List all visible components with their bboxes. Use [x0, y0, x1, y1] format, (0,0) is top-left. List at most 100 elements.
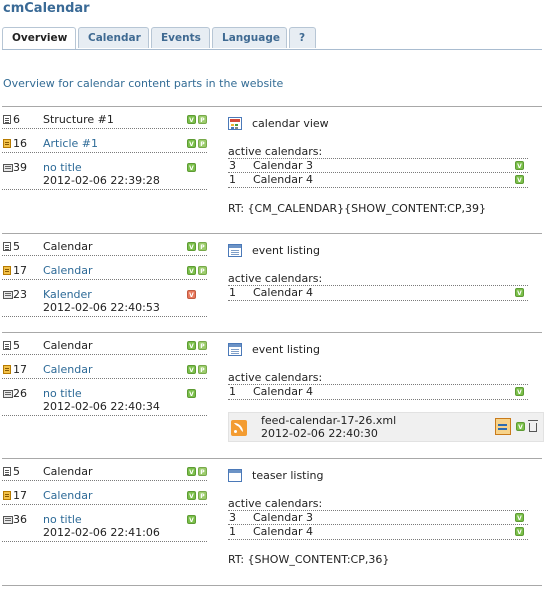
visible-badge: V: [515, 175, 524, 184]
intro-text: Overview for calendar content parts in t…: [3, 77, 284, 90]
published-badge: P: [198, 115, 207, 124]
page-icon: [3, 242, 11, 251]
published-badge: P: [198, 491, 207, 500]
page-row: 5 Calendar V P: [2, 240, 207, 256]
calendar-name: Calendar 4: [253, 385, 313, 398]
article-id: 17: [13, 264, 27, 277]
tab-events[interactable]: Events: [151, 27, 210, 48]
feed-filename: feed-calendar-17-26.xml: [261, 414, 397, 427]
article-icon: [3, 266, 11, 275]
plugin-title: event listing: [252, 244, 320, 257]
visible-badge: V: [187, 491, 196, 500]
calendar-name: Calendar 4: [253, 525, 313, 538]
rt-code: RT: {CM_CALENDAR}{SHOW_CONTENT:CP,39}: [228, 202, 486, 215]
hidden-badge: V: [187, 290, 196, 299]
article-link[interactable]: Calendar: [43, 264, 92, 277]
visible-badge: V: [187, 365, 196, 374]
active-calendars-label: active calendars:: [228, 371, 323, 384]
page-row: 6 Structure #1 V P: [2, 113, 207, 129]
content-element-id: 39: [13, 161, 27, 174]
page-row: 5 Calendar V P: [2, 465, 207, 481]
content-element-id: 26: [13, 387, 27, 400]
calendar-view-icon: [228, 117, 242, 130]
edit-feed-icon[interactable]: [495, 418, 511, 435]
published-badge: P: [198, 467, 207, 476]
article-row: 17 Calendar V P: [2, 489, 207, 505]
content-element-id: 23: [13, 288, 27, 301]
plugin-title: event listing: [252, 343, 320, 356]
calendar-count: 3: [229, 511, 236, 524]
trash-icon[interactable]: [528, 420, 538, 432]
calendar-count: 1: [229, 286, 236, 299]
visible-badge: V: [187, 515, 196, 524]
article-link[interactable]: Calendar: [43, 363, 92, 376]
event-listing-icon: [228, 343, 242, 356]
article-icon: [3, 139, 11, 148]
content-element-link[interactable]: no title: [43, 161, 82, 174]
content-element-date: 2012-02-06 22:41:06: [43, 526, 160, 539]
plugin-title: teaser listing: [252, 469, 324, 482]
published-badge: P: [198, 266, 207, 275]
calendar-count: 1: [229, 525, 236, 538]
page-id: 5: [13, 240, 20, 253]
content-element-row: 39 no title 2012-02-06 22:39:28 V: [2, 161, 207, 190]
visible-badge: V: [515, 161, 524, 170]
article-link[interactable]: Article #1: [43, 137, 98, 150]
calendar-count: 1: [229, 173, 236, 186]
page-id: 6: [13, 113, 20, 126]
calendar-name: Calendar 4: [253, 286, 313, 299]
tab-calendar[interactable]: Calendar: [78, 27, 149, 48]
active-calendars-label: active calendars:: [228, 497, 323, 510]
tab-overview[interactable]: Overview: [2, 27, 76, 49]
rss-feed-item: feed-calendar-17-26.xml 2012-02-06 22:40…: [228, 412, 544, 442]
content-element-link[interactable]: no title: [43, 387, 82, 400]
page-icon: [3, 115, 11, 124]
article-row: 16 Article #1 V P: [2, 137, 207, 153]
published-badge: P: [198, 341, 207, 350]
article-link[interactable]: Calendar: [43, 489, 92, 502]
calendar-row: 1 Calendar 4 V: [228, 384, 528, 400]
published-badge: P: [198, 242, 207, 251]
page-icon: [3, 467, 11, 476]
content-element-row: 26 no title 2012-02-06 22:40:34 V: [2, 387, 207, 416]
calendar-row: 1 Calendar 4 V: [228, 524, 528, 540]
calendar-row: 3 Calendar 3 V: [228, 158, 528, 172]
content-element-link[interactable]: no title: [43, 513, 82, 526]
visible-badge: V: [187, 467, 196, 476]
published-badge: P: [198, 365, 207, 374]
visible-badge: V: [187, 389, 196, 398]
visible-badge: V: [515, 387, 524, 396]
calendar-name: Calendar 3: [253, 511, 313, 524]
article-icon: [3, 491, 11, 500]
content-element-icon: [3, 390, 13, 398]
content-element-date: 2012-02-06 22:40:34: [43, 400, 160, 413]
plugin-title: calendar view: [252, 117, 329, 130]
visible-badge[interactable]: V: [516, 422, 525, 431]
content-element-link[interactable]: Kalender: [43, 288, 92, 301]
page-id: 5: [13, 465, 20, 478]
page-row: 5 Calendar V P: [2, 339, 207, 355]
content-element-id: 36: [13, 513, 27, 526]
visible-badge: V: [515, 288, 524, 297]
visible-badge: V: [187, 242, 196, 251]
content-element-icon: [3, 516, 13, 524]
calendar-count: 3: [229, 159, 236, 172]
article-id: 17: [13, 363, 27, 376]
article-id: 16: [13, 137, 27, 150]
article-icon: [3, 365, 11, 374]
visible-badge: V: [187, 266, 196, 275]
calendar-name: Calendar 3: [253, 159, 313, 172]
page-name: Structure #1: [43, 113, 114, 126]
page-name: Calendar: [43, 465, 93, 478]
content-part-block: 5 Calendar V P 17 Calendar V P 23 Kalend…: [2, 233, 542, 333]
page-id: 5: [13, 339, 20, 352]
content-part-block: 6 Structure #1 V P 16 Article #1 V P 39 …: [2, 106, 542, 234]
tab-help[interactable]: ?: [289, 27, 316, 48]
tab-language[interactable]: Language: [212, 27, 287, 48]
content-element-row: 36 no title 2012-02-06 22:41:06 V: [2, 513, 207, 542]
page-icon: [3, 341, 11, 350]
event-listing-icon: [228, 244, 242, 257]
rss-icon: [231, 420, 247, 436]
active-calendars-label: active calendars:: [228, 145, 323, 158]
content-part-block: 5 Calendar V P 17 Calendar V P 26 no tit…: [2, 332, 544, 459]
